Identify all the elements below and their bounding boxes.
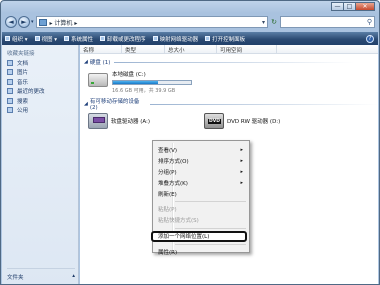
column-name[interactable]: 名称 bbox=[80, 45, 122, 54]
favorite-links-title: 收藏夹链接 bbox=[7, 51, 35, 57]
submenu-arrow-icon: ▸ bbox=[240, 179, 243, 186]
group-removable-storage[interactable]: ◢ 有可移动存储的设备 (2) bbox=[84, 97, 378, 111]
floppy-drive[interactable]: 软盘驱动器 (A:) bbox=[88, 113, 150, 129]
menu-item-stack-by[interactable]: 堆叠方式(K) ▸ bbox=[153, 177, 249, 188]
documents-icon bbox=[7, 59, 13, 66]
folders-toggle[interactable]: 文件夹 ▴ bbox=[7, 268, 75, 281]
forward-button[interactable]: ► bbox=[18, 16, 30, 28]
address-dropdown[interactable]: ▾ bbox=[262, 19, 267, 26]
column-type[interactable]: 类型 bbox=[122, 45, 165, 54]
menu-item-properties[interactable]: 属性(R) bbox=[153, 247, 249, 258]
navigation-pane: 收藏夹链接 文档 图片 音乐 最近的更改 搜索 公用 文件夹 ▴ bbox=[2, 45, 79, 284]
floppy-drive-icon bbox=[88, 113, 108, 129]
sidebar-item-pictures[interactable]: 图片 bbox=[2, 68, 78, 78]
map-drive-icon bbox=[152, 36, 158, 41]
column-total-size[interactable]: 总大小 bbox=[165, 45, 217, 54]
submenu-arrow-icon: ▸ bbox=[240, 168, 243, 175]
search-icon bbox=[7, 97, 13, 104]
drive-c-name: 本地磁盘 (C:) bbox=[112, 72, 146, 78]
drive-c[interactable]: 本地磁盘 (C:) 16.6 GB 可用，共 39.9 GB bbox=[88, 70, 192, 94]
menu-item-refresh[interactable]: 刷新(E) bbox=[153, 188, 249, 199]
drive-c-usage-bar bbox=[112, 80, 192, 85]
organize-icon bbox=[5, 36, 10, 41]
menu-item-group-by[interactable]: 分组(P) ▸ bbox=[153, 167, 249, 178]
sidebar-item-music[interactable]: 音乐 bbox=[2, 77, 78, 87]
hard-disk-icon bbox=[88, 73, 108, 87]
dvd-drive-icon bbox=[204, 113, 224, 129]
menu-separator bbox=[175, 243, 246, 245]
collapse-arrow-icon: ◢ bbox=[84, 101, 88, 107]
floppy-drive-name: 软盘驱动器 (A:) bbox=[111, 119, 151, 125]
uninstall-icon bbox=[100, 36, 106, 41]
control-panel-icon bbox=[205, 36, 211, 41]
collapse-arrow-icon: ◢ bbox=[84, 59, 88, 65]
search-icon[interactable]: ⚲ bbox=[367, 18, 372, 26]
menu-item-paste[interactable]: 粘贴(P) bbox=[153, 204, 249, 215]
sidebar-item-documents[interactable]: 文档 bbox=[2, 58, 78, 68]
computer-icon bbox=[38, 18, 47, 26]
refresh-button[interactable]: ↻ bbox=[268, 18, 280, 26]
explorer-window: — □ ✕ ◄ ► ▾ ▸ 计算机 ▸ ▾ ↻ ⚲ 组织 ▾ 视图 ▾ 系统属性… bbox=[0, 0, 380, 285]
submenu-arrow-icon: ▸ bbox=[240, 158, 243, 165]
search-input[interactable]: ⚲ bbox=[280, 16, 375, 28]
sidebar-item-recent[interactable]: 最近的更改 bbox=[2, 87, 78, 97]
menu-separator bbox=[175, 227, 246, 229]
menu-item-add-network-location[interactable]: 添加一个网络位置(L) bbox=[151, 230, 247, 242]
sidebar-item-public[interactable]: 公用 bbox=[2, 106, 78, 116]
context-menu: 查看(V) ▸ 排序方式(O) ▸ 分组(P) ▸ 堆叠方式(K) ▸ 刷新(E) 粘贴… bbox=[151, 140, 250, 256]
help-icon[interactable]: ? bbox=[366, 34, 374, 43]
address-path[interactable]: ▸ 计算机 ▸ bbox=[50, 18, 78, 27]
music-icon bbox=[7, 78, 13, 85]
address-bar[interactable]: ▸ 计算机 ▸ ▾ bbox=[35, 16, 268, 28]
drive-c-free-space: 16.6 GB 可用，共 39.9 GB bbox=[112, 88, 176, 94]
group-hard-disks[interactable]: ◢ 硬盘 (1) bbox=[84, 58, 354, 66]
toolbar-organize[interactable]: 组织 ▾ bbox=[5, 35, 28, 43]
dvd-drive-name: DVD RW 驱动器 (D:) bbox=[227, 119, 281, 125]
menu-item-paste-shortcut[interactable]: 粘贴快捷方式(S) bbox=[153, 215, 249, 226]
command-toolbar: 组织 ▾ 视图 ▾ 系统属性 卸载或更改程序 映射网络驱动器 打开控制面板 ? bbox=[2, 32, 378, 45]
address-row: ◄ ► ▾ ▸ 计算机 ▸ ▾ ↻ ⚲ bbox=[5, 15, 375, 29]
submenu-arrow-icon: ▸ bbox=[240, 147, 243, 154]
column-free-space[interactable]: 可用空间 bbox=[217, 45, 277, 54]
caption-buttons: — □ ✕ bbox=[331, 2, 375, 11]
drive-c-usage-fill bbox=[113, 81, 159, 84]
history-dropdown[interactable]: ▾ bbox=[31, 19, 34, 25]
back-button[interactable]: ◄ bbox=[5, 16, 17, 28]
system-properties-icon bbox=[64, 36, 70, 41]
toolbar-system-properties[interactable]: 系统属性 bbox=[64, 35, 93, 43]
public-icon bbox=[7, 107, 13, 114]
close-button[interactable]: ✕ bbox=[355, 2, 375, 11]
recent-icon bbox=[7, 88, 13, 95]
toolbar-map-drive[interactable]: 映射网络驱动器 bbox=[152, 35, 198, 43]
dvd-drive[interactable]: DVD RW 驱动器 (D:) bbox=[204, 113, 280, 129]
folders-label: 文件夹 bbox=[7, 275, 24, 281]
views-icon bbox=[34, 36, 40, 41]
menu-item-sort-by[interactable]: 排序方式(O) ▸ bbox=[153, 156, 249, 167]
column-headers: 名称 类型 总大小 可用空间 bbox=[80, 45, 378, 54]
chevron-up-icon: ▴ bbox=[72, 273, 75, 279]
toolbar-control-panel[interactable]: 打开控制面板 bbox=[205, 35, 245, 43]
toolbar-uninstall[interactable]: 卸载或更改程序 bbox=[100, 35, 146, 43]
toolbar-views[interactable]: 视图 ▾ bbox=[34, 35, 57, 43]
sidebar-item-search[interactable]: 搜索 bbox=[2, 96, 78, 106]
pictures-icon bbox=[7, 69, 13, 76]
menu-item-view[interactable]: 查看(V) ▸ bbox=[153, 145, 249, 156]
menu-separator bbox=[175, 200, 246, 202]
